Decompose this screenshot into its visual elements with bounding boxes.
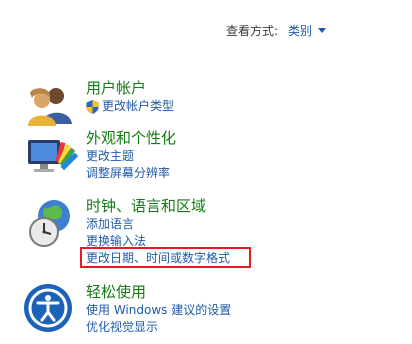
add-language-link[interactable]: 添加语言 [86, 216, 346, 233]
view-by-label: 查看方式: [226, 24, 279, 38]
users-icon[interactable] [22, 78, 78, 134]
view-by-dropdown[interactable]: 类别 [288, 22, 327, 39]
change-theme-link[interactable]: 更改主题 [86, 148, 346, 165]
optimize-visual-display-link[interactable]: 优化视觉显示 [86, 319, 346, 336]
shield-icon [86, 99, 99, 114]
category-title[interactable]: 轻松使用 [86, 282, 346, 302]
adjust-resolution-link[interactable]: 调整屏幕分辨率 [86, 165, 346, 182]
category-title[interactable]: 时钟、语言和区域 [86, 196, 346, 216]
clock-globe-icon[interactable] [22, 196, 78, 252]
category-title[interactable]: 外观和个性化 [86, 128, 346, 148]
view-by-control: 查看方式: 类别 [226, 22, 327, 39]
appearance-monitor-icon[interactable] [22, 128, 78, 184]
dropdown-arrow-icon[interactable] [318, 28, 327, 33]
change-account-type-link[interactable]: 更改帐户类型 [86, 98, 346, 115]
link-label[interactable]: 更改帐户类型 [102, 98, 174, 115]
change-date-time-format-link[interactable]: 更改日期、时间或数字格式 [86, 250, 346, 267]
ease-of-access-icon[interactable] [22, 282, 78, 338]
view-by-value[interactable]: 类别 [288, 22, 312, 39]
recommended-settings-link[interactable]: 使用 Windows 建议的设置 [86, 302, 346, 319]
change-input-method-link[interactable]: 更换输入法 [86, 233, 346, 250]
category-title[interactable]: 用户帐户 [86, 78, 346, 98]
